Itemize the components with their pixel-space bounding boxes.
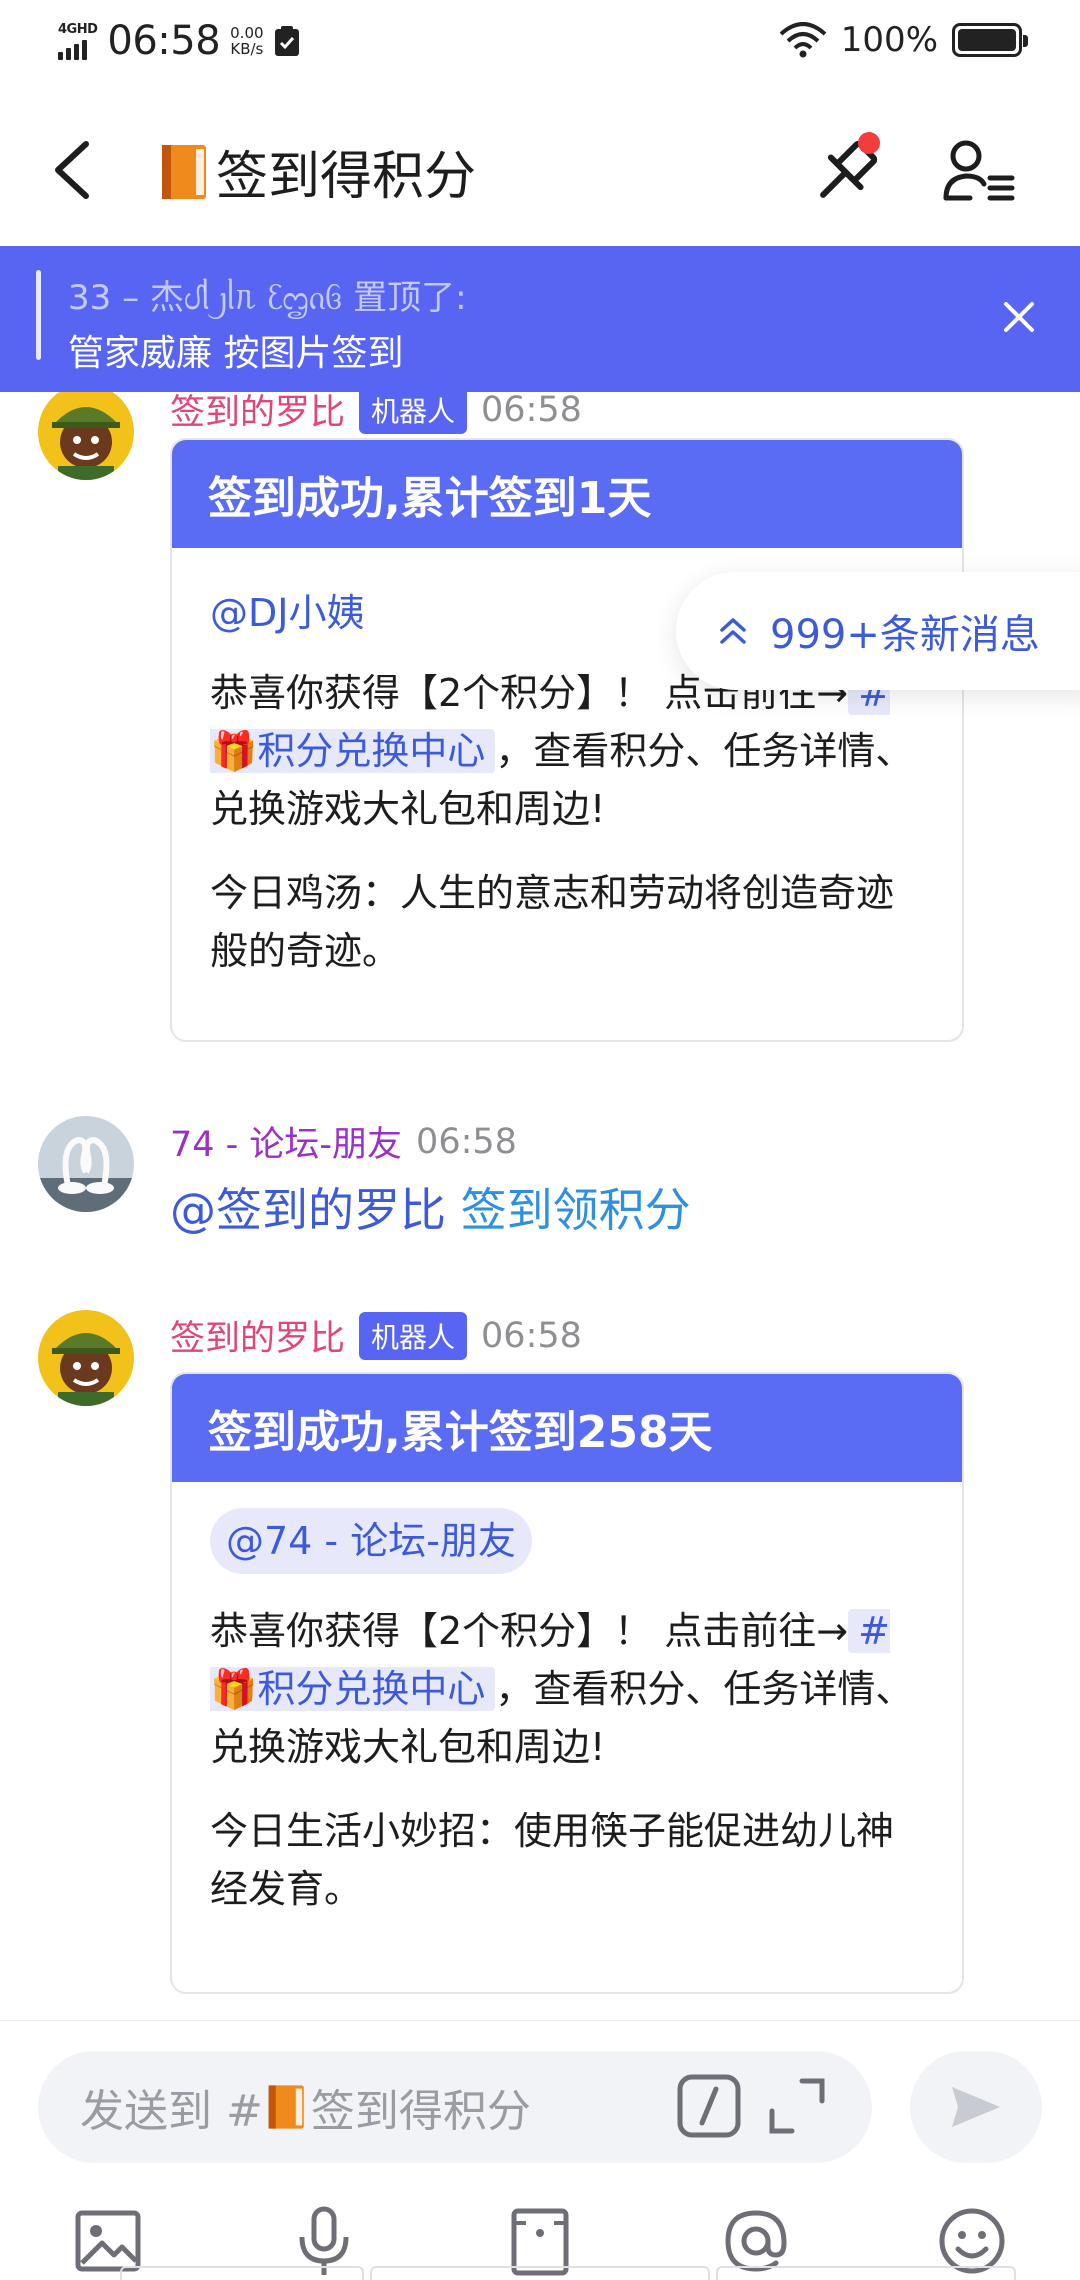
expand-icon[interactable] [762,2071,832,2141]
network-type: 4GHD [58,21,98,37]
author-name[interactable]: 签到的罗比 [170,1310,345,1361]
speed-value: 0.00 [230,24,264,42]
speed-unit: KB/s [230,40,264,58]
signin-card-1: 签到成功,累计签到1天 @DJ小姨 恭喜你获得【2个积分】！ 点击前往→ #🎁积分… [170,438,964,1042]
avatar[interactable] [38,1116,134,1212]
message-input[interactable]: 发送到 # 签到得积分 [38,2051,872,2163]
message-time: 06:58 [481,389,582,430]
signin-card-3: 签到成功,累计签到258天 @74 - 论坛-朋友 恭喜你获得【2个积分】！ 点… [170,1372,964,1994]
channel-title: 签到得积分 [160,134,476,209]
network-speed: 0.00 KB/s [230,25,263,57]
command-text[interactable]: 签到领积分 [461,1183,691,1237]
input-placeholder: 发送到 # 签到得积分 [80,2075,531,2139]
composer: 发送到 # 签到得积分 [0,2020,1080,2280]
placeholder-channel: 签到得积分 [310,2086,531,2137]
orange-book-icon [268,2085,304,2129]
channel-header: 签到得积分 [0,90,1080,246]
clipboard-check-icon [274,26,299,56]
new-messages-button[interactable]: 999+条新消息 [676,572,1080,690]
send-icon [952,2087,1000,2127]
banner-accent-bar [36,270,41,360]
bot-badge: 机器人 [359,1311,468,1360]
user-mention[interactable]: @DJ小姨 [210,591,364,635]
message-time: 06:58 [416,1121,517,1162]
orange-book-icon [162,144,206,199]
swan-avatar-icon [38,1116,134,1212]
status-bar: 4GHD 06:58 0.00 KB/s 100% [0,0,1080,90]
pinned-by-text: 33 – 杰ᦔᥣ᧒ᥣᥰ ᦷᦗᦵᦑ 置顶了: [68,278,467,318]
battery-icon [952,23,1028,57]
double-chevron-up-icon [720,618,746,644]
card-body: @74 - 论坛-朋友 恭喜你获得【2个积分】！ 点击前往→ #🎁积分兑换中心 ，查… [172,1482,962,1958]
daily-quote: 今日鸡汤：人生的意志和劳动将创造奇迹般的奇迹。 [210,871,895,973]
new-messages-label: 999+条新消息 [770,612,1040,658]
bot-avatar-icon [38,384,134,480]
slash-command-icon[interactable] [674,2071,744,2141]
message-text: @签到的罗比 签到领积分 [170,1174,691,1240]
bot-badge: 机器人 [359,385,468,434]
reward-text: 恭喜你获得【2个积分】！ 点击前往→ #🎁积分兑换中心 ，查看积分、任务详情、兑换游… [210,1602,924,1776]
avatar[interactable] [38,1310,134,1406]
status-time: 06:58 [107,18,221,64]
placeholder-prefix: 发送到 # [80,2086,263,2137]
message-time: 06:58 [481,1315,582,1356]
pinned-message-text: 管家威廉 按图片签到 [68,333,404,374]
close-icon[interactable] [994,292,1044,342]
battery-percent: 100% [840,20,938,60]
wifi-icon [779,22,827,58]
notification-dot [858,132,880,154]
avatar[interactable] [38,384,134,480]
send-button[interactable] [910,2051,1042,2163]
bot-mention[interactable]: @签到的罗比 [170,1183,446,1237]
pinned-messages-button[interactable] [800,128,890,218]
reward-text-pre: 恭喜你获得【2个积分】！ 点击前往→ [210,1609,849,1653]
pinned-message-banner[interactable]: 33 – 杰ᦔᥣ᧒ᥣᥰ ᦷᦗᦵᦑ 置顶了: 管家威廉 按图片签到 [0,246,1080,392]
bot-avatar-icon [38,1310,134,1406]
daily-tip: 今日生活小妙招：使用筷子能促进幼儿神经发育。 [210,1809,895,1911]
card-title: 签到成功,累计签到258天 [172,1374,962,1482]
card-title: 签到成功,累计签到1天 [172,440,962,548]
author-name[interactable]: 74 - 论坛-朋友 [170,1116,402,1167]
bottom-tab-edges [0,2266,1080,2280]
reward-text: 恭喜你获得【2个积分】！ 点击前往→ #🎁积分兑换中心 ，查看积分、任务详情、兑换游… [210,664,924,838]
user-mention[interactable]: @74 - 论坛-朋友 [210,1508,532,1574]
member-list-icon[interactable] [940,134,1020,214]
channel-title-text: 签到得积分 [216,147,477,207]
signal-icon: 4GHD [58,21,98,60]
back-arrow-icon[interactable] [40,130,110,210]
